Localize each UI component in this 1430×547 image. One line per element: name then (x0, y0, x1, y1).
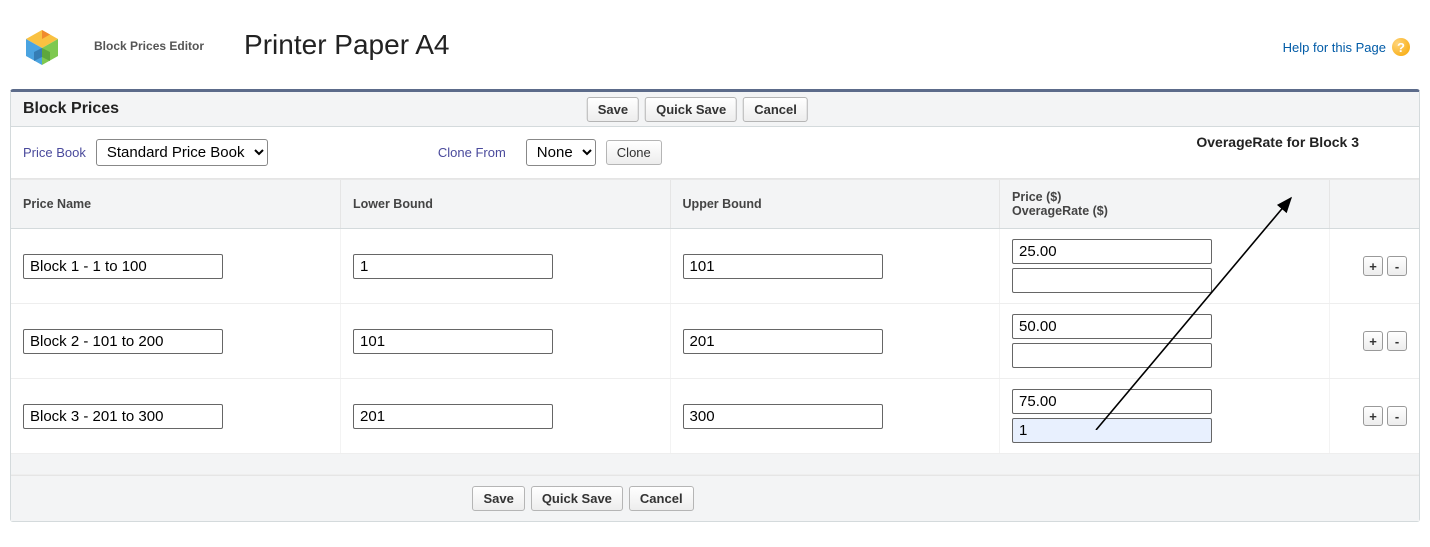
price-name-input[interactable] (23, 329, 223, 354)
price-name-input[interactable] (23, 254, 223, 279)
table-header-row: Price Name Lower Bound Upper Bound Price… (11, 180, 1419, 229)
top-button-group: Save Quick Save Cancel (587, 97, 808, 122)
overage-rate-input[interactable] (1012, 418, 1212, 443)
quick-save-button-bottom[interactable]: Quick Save (531, 486, 623, 511)
header-upper-bound: Upper Bound (670, 180, 1000, 229)
block-prices-table: Price Name Lower Bound Upper Bound Price… (11, 179, 1419, 475)
price-name-input[interactable] (23, 404, 223, 429)
upper-bound-input[interactable] (683, 329, 883, 354)
add-row-button[interactable]: + (1363, 406, 1383, 426)
bottom-button-group: Save Quick Save Cancel (11, 475, 1419, 521)
help-link-container: Help for this Page ? (1283, 38, 1410, 56)
upper-bound-input[interactable] (683, 404, 883, 429)
price-input[interactable] (1012, 389, 1212, 414)
remove-row-button[interactable]: - (1387, 331, 1407, 351)
price-input[interactable] (1012, 314, 1212, 339)
page-title: Printer Paper A4 (244, 29, 449, 61)
controls-row: Price Book Standard Price Book Clone Fro… (11, 127, 1419, 179)
price-book-select[interactable]: Standard Price Book (96, 139, 268, 166)
panel-title: Block Prices (23, 100, 119, 118)
help-link[interactable]: Help for this Page (1283, 40, 1386, 55)
help-icon[interactable]: ? (1392, 38, 1410, 56)
panel-header: Block Prices Save Quick Save Cancel (11, 92, 1419, 127)
header-lower-bound: Lower Bound (341, 180, 671, 229)
table-row: + - (11, 229, 1419, 304)
header-price-name: Price Name (11, 180, 341, 229)
spacer-row (11, 454, 1419, 475)
save-button[interactable]: Save (587, 97, 639, 122)
add-row-button[interactable]: + (1363, 331, 1383, 351)
product-cube-icon (20, 25, 64, 69)
cancel-button[interactable]: Cancel (743, 97, 808, 122)
lower-bound-input[interactable] (353, 404, 553, 429)
clone-from-select[interactable]: None (526, 139, 596, 166)
quick-save-button[interactable]: Quick Save (645, 97, 737, 122)
clone-group: Clone From None Clone (438, 139, 662, 166)
lower-bound-input[interactable] (353, 329, 553, 354)
table-row: + - (11, 379, 1419, 454)
price-book-label: Price Book (23, 145, 86, 160)
lower-bound-input[interactable] (353, 254, 553, 279)
page-header: Block Prices Editor Printer Paper A4 Hel… (10, 10, 1420, 89)
add-row-button[interactable]: + (1363, 256, 1383, 276)
header-actions (1329, 180, 1419, 229)
table-row: + - (11, 304, 1419, 379)
remove-row-button[interactable]: - (1387, 256, 1407, 276)
clone-from-label: Clone From (438, 145, 506, 160)
remove-row-button[interactable]: - (1387, 406, 1407, 426)
price-input[interactable] (1012, 239, 1212, 264)
block-prices-panel: Block Prices Save Quick Save Cancel Pric… (10, 89, 1420, 522)
editor-label: Block Prices Editor (94, 39, 204, 53)
overage-rate-input[interactable] (1012, 268, 1212, 293)
overage-rate-input[interactable] (1012, 343, 1212, 368)
clone-button[interactable]: Clone (606, 140, 662, 165)
annotation-text: OverageRate for Block 3 (1196, 134, 1359, 150)
header-price: Price ($) OverageRate ($) (1000, 180, 1330, 229)
save-button-bottom[interactable]: Save (472, 486, 524, 511)
cancel-button-bottom[interactable]: Cancel (629, 486, 694, 511)
upper-bound-input[interactable] (683, 254, 883, 279)
